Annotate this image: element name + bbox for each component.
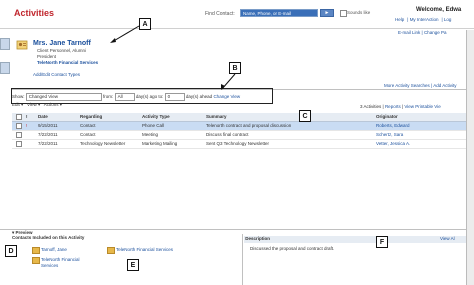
header-activity-type[interactable]: Activity Type bbox=[142, 114, 170, 119]
top-bar bbox=[0, 0, 474, 30]
callout-f: F bbox=[376, 236, 388, 248]
view-menu[interactable]: View bbox=[27, 102, 37, 107]
contact-name[interactable]: Mrs. Jane Tarnoff bbox=[33, 40, 91, 47]
row-type: Marketing Mailing bbox=[142, 141, 178, 146]
row-date: 9/15/2011 bbox=[38, 123, 58, 128]
select-all-checkbox[interactable] bbox=[16, 114, 22, 120]
count-text: 3 Activities bbox=[360, 104, 382, 109]
description-heading: Description bbox=[245, 236, 271, 241]
change-password-link[interactable]: Change Pa bbox=[424, 30, 447, 35]
row-date: 7/22/2011 bbox=[38, 132, 58, 137]
person-icon bbox=[32, 247, 40, 254]
add-edit-contact-types-link[interactable]: Add/Edit Contact Types bbox=[33, 72, 80, 77]
description-text: Discussed the proposal and contract draf… bbox=[250, 246, 335, 251]
find-contact-label: Find Contact: bbox=[205, 11, 235, 17]
included-company-link[interactable]: TeleNorth Financial Services bbox=[41, 257, 81, 269]
sounds-like-label: Sounds like bbox=[347, 10, 371, 15]
header-date[interactable]: Date bbox=[38, 114, 48, 119]
callout-c: C bbox=[299, 110, 311, 122]
scrollbar-edge[interactable] bbox=[466, 30, 474, 285]
row-summary: Telenorth contract and proposal discussi… bbox=[206, 123, 292, 128]
contact-info: Client Personnel, Alumni President TeleN… bbox=[37, 48, 98, 66]
header-regarding[interactable]: Regarding bbox=[80, 114, 102, 119]
row-checkbox[interactable] bbox=[16, 141, 22, 147]
log-link[interactable]: Log bbox=[444, 17, 452, 22]
find-contact-input[interactable]: Name, Phone, or E-mail bbox=[240, 9, 318, 17]
callout-e: E bbox=[127, 259, 139, 271]
callout-d: D bbox=[5, 245, 17, 257]
callout-a-arrowhead bbox=[110, 38, 116, 43]
my-interaction-link[interactable]: My InterAction bbox=[410, 17, 439, 22]
callout-a: A bbox=[139, 18, 151, 30]
row-originator-link[interactable]: Vetter, Jessica A. bbox=[376, 141, 410, 146]
header-originator[interactable]: Originator bbox=[376, 114, 398, 119]
reports-link[interactable]: Reports bbox=[385, 104, 401, 109]
edit-menu[interactable]: Edit bbox=[12, 102, 20, 107]
row-flag-icon: ! bbox=[26, 123, 28, 128]
table-header: ! Date Regarding Activity Type Summary O… bbox=[12, 113, 468, 122]
help-link[interactable]: Help bbox=[395, 17, 404, 22]
preview-pane-divider[interactable] bbox=[242, 234, 243, 285]
contacts-included-heading: Contacts Included on this Activity bbox=[12, 235, 85, 240]
nav-panel-icon[interactable] bbox=[0, 38, 10, 50]
top-links: Help | My InterAction | Log bbox=[395, 17, 452, 22]
find-go-button[interactable]: ► bbox=[320, 9, 334, 17]
company-icon bbox=[32, 257, 40, 264]
table-row[interactable]: ! 9/15/2011 Contact Phone Call Telenorth… bbox=[12, 122, 468, 131]
printable-view-link[interactable]: View Printable Vie bbox=[404, 104, 440, 109]
activity-count: 3 Activities | Reports | View Printable … bbox=[360, 104, 441, 109]
preview-divider bbox=[0, 229, 474, 230]
email-links: E-mail Link | Change Pa bbox=[398, 30, 447, 35]
header-divider bbox=[0, 28, 474, 29]
row-type: Meeting bbox=[142, 132, 159, 137]
row-checkbox[interactable] bbox=[16, 123, 22, 129]
nav-panel-icon[interactable] bbox=[0, 62, 10, 74]
row-checkbox[interactable] bbox=[16, 132, 22, 138]
row-regarding: Contact bbox=[80, 132, 96, 137]
contact-firm-link[interactable]: TeleNorth Financial Services bbox=[37, 60, 98, 66]
page-title: Activities bbox=[14, 8, 55, 18]
table-row[interactable]: 7/22/2011 Contact Meeting Discuss final … bbox=[12, 131, 468, 140]
included-company-link[interactable]: TeleNorth Financial Services bbox=[116, 247, 173, 252]
sounds-like-checkbox[interactable] bbox=[340, 10, 347, 17]
email-link[interactable]: E-mail Link bbox=[398, 30, 420, 35]
row-originator-link[interactable]: Schertz, Sara bbox=[376, 132, 403, 137]
header-summary[interactable]: Summary bbox=[206, 114, 227, 119]
row-regarding: Technology Newsletter bbox=[80, 141, 126, 146]
row-originator-link[interactable]: Roberts, Edward bbox=[376, 123, 410, 128]
contacts-included-list: Tarnoff, Jane TeleNorth Financial Servic… bbox=[12, 243, 240, 283]
view-all-link[interactable]: View Al bbox=[440, 236, 455, 241]
included-contact-link[interactable]: Tarnoff, Jane bbox=[41, 247, 67, 252]
welcome-text: Welcome, Edwa bbox=[416, 7, 462, 13]
callout-b: B bbox=[229, 62, 241, 74]
company-icon bbox=[107, 247, 115, 254]
row-regarding: Contact bbox=[80, 123, 96, 128]
more-activity-links[interactable]: More Activity Searches | Add Activity bbox=[384, 83, 456, 88]
row-summary: Discuss final contract bbox=[206, 132, 249, 137]
actions-menu[interactable]: Actions bbox=[44, 102, 59, 107]
row-date: 7/22/2011 bbox=[38, 141, 58, 146]
callout-b-arrow bbox=[221, 73, 236, 90]
table-row[interactable]: 7/22/2011 Technology Newsletter Marketin… bbox=[12, 140, 468, 149]
header-flag: ! bbox=[26, 114, 28, 119]
row-type: Phone Call bbox=[142, 123, 165, 128]
row-summary: Sent Q3 Technology Newsletter bbox=[206, 141, 269, 146]
contact-card-icon bbox=[16, 40, 28, 50]
